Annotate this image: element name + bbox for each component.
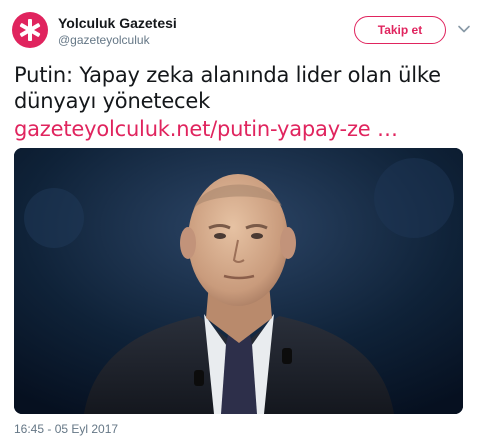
tweet-text: Putin: Yapay zeka alanında lider olan ül… (14, 62, 474, 142)
avatar[interactable] (12, 12, 48, 48)
tweet-header: Yolculuk Gazetesi @gazeteyolculuk Takip … (12, 12, 473, 52)
tweet-link[interactable]: gazeteyolculuk.net/putin-yapay-ze … (14, 116, 398, 142)
handle[interactable]: @gazeteyolculuk (58, 32, 177, 48)
timestamp[interactable]: 16:45 - 05 Eyl 2017 (14, 422, 118, 436)
tweet-photo[interactable] (14, 148, 463, 414)
photo-of-man-in-suit (14, 148, 463, 414)
asterisk-logo-icon (19, 19, 41, 41)
user-info[interactable]: Yolculuk Gazetesi @gazeteyolculuk (58, 14, 177, 48)
display-name[interactable]: Yolculuk Gazetesi (58, 14, 177, 32)
follow-button[interactable]: Takip et (354, 16, 446, 44)
tweet-text-line-1: Putin: Yapay zeka alanında lider olan ül… (14, 63, 441, 87)
tweet-text-line-2: dünyayı yönetecek (14, 89, 211, 113)
chevron-down-icon[interactable] (457, 22, 471, 36)
